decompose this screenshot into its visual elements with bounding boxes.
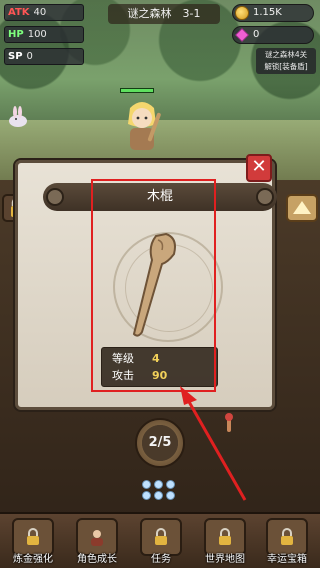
title-knob-right	[256, 188, 274, 206]
hero-character	[128, 102, 161, 150]
sp-stat: SP 0	[4, 48, 84, 65]
coin-counter: 1.15K	[232, 4, 314, 22]
hp-stat: HP 100	[4, 26, 84, 43]
atk-label: ATK	[8, 7, 30, 18]
page-dots	[142, 480, 178, 500]
hero-health-fill	[121, 89, 153, 92]
page-dot	[154, 480, 163, 489]
hp-value: 100	[27, 29, 47, 40]
unlock-hint: 谜之森林4关 解锁[装备盾]	[256, 48, 316, 74]
hero-health-bar	[120, 88, 154, 93]
dropped-item-icon	[225, 413, 233, 432]
page-dot	[154, 491, 163, 500]
gem-icon	[235, 28, 249, 42]
page-dot	[166, 491, 175, 500]
arrow-up-icon	[293, 201, 311, 214]
tab-label: 任务	[151, 554, 171, 565]
tab-quests[interactable]: 任务	[132, 516, 190, 568]
tab-world-map[interactable]: 世界地图	[196, 516, 254, 568]
hp-label: HP	[8, 29, 24, 40]
page-dot	[166, 480, 175, 489]
lock-icon	[27, 528, 39, 545]
page-dot	[142, 480, 151, 489]
character-icon	[91, 530, 103, 546]
tab-label: 角色成长	[77, 554, 117, 565]
title-knob-left	[46, 188, 64, 206]
rabbit-icon	[9, 106, 27, 127]
lock-icon	[219, 528, 231, 545]
atk-value: 40	[33, 7, 47, 18]
tab-alchemy[interactable]: 炼金强化	[4, 516, 62, 568]
expand-up-button[interactable]	[286, 194, 318, 222]
coin-icon	[235, 6, 249, 20]
page-dot	[142, 491, 151, 500]
tab-label: 世界地图	[205, 554, 245, 565]
gem-counter: 0	[232, 26, 314, 44]
atk-stat: ATK 40	[4, 4, 84, 21]
highlight-annotation	[91, 179, 216, 392]
tab-character-growth[interactable]: 角色成长	[68, 516, 126, 568]
tab-label: 幸运宝箱	[267, 554, 307, 565]
sp-value: 0	[26, 51, 33, 62]
page-indicator[interactable]: 2/5	[135, 418, 185, 468]
gem-value: 0	[253, 29, 260, 40]
tab-label: 炼金强化	[13, 554, 53, 565]
lock-icon	[281, 528, 293, 545]
tab-lucky-chest[interactable]: 幸运宝箱	[258, 516, 316, 568]
coin-value: 1.15K	[253, 7, 282, 18]
lock-icon	[155, 528, 167, 545]
close-button[interactable]: ✕	[246, 154, 272, 182]
sp-label: SP	[8, 51, 23, 62]
level-title: 谜之森林 3-1	[108, 4, 220, 24]
